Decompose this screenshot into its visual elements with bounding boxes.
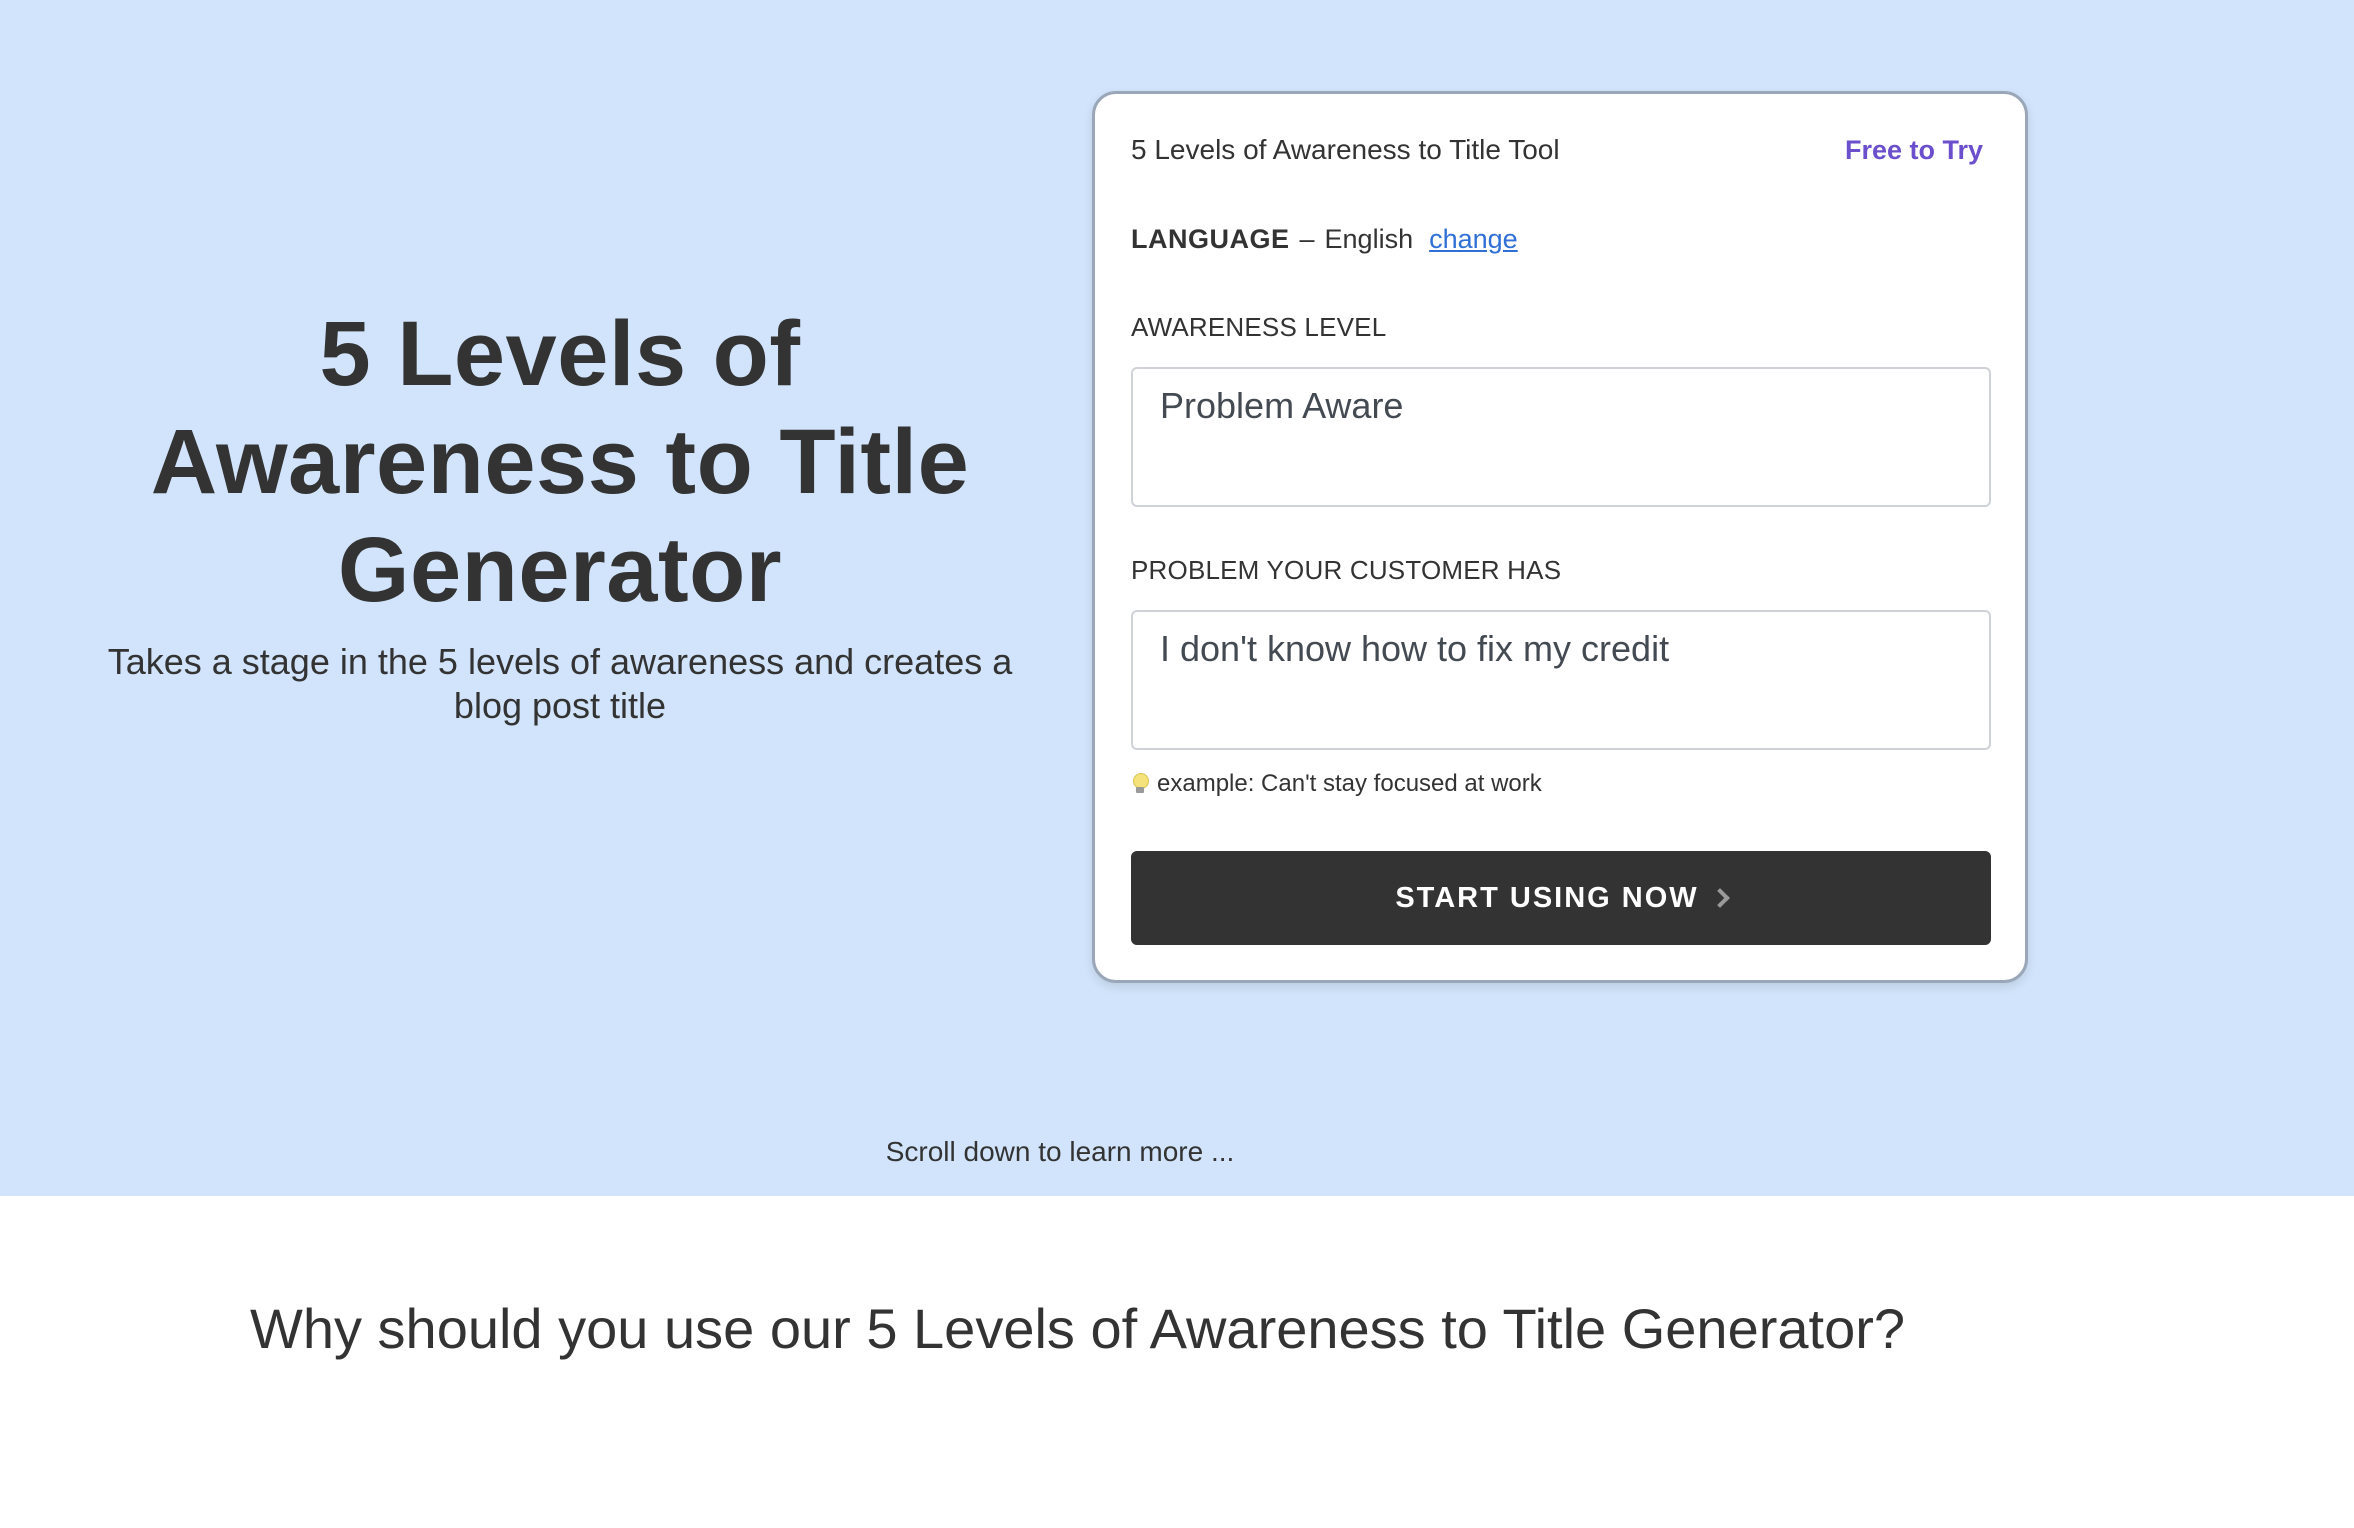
hero-section: 5 Levels of Awareness to Title Generator… (0, 0, 2354, 1196)
scroll-hint: Scroll down to learn more ... (885, 1136, 1235, 1167)
awareness-level-input[interactable]: Problem Aware (1131, 367, 1991, 507)
start-using-now-button[interactable]: START USING NOW (1131, 851, 1991, 945)
language-label: LANGUAGE (1131, 224, 1290, 254)
problem-input[interactable]: I don't know how to fix my credit (1131, 610, 1991, 750)
example-hint: example: Can't stay focused at work (1131, 770, 1542, 798)
page-subtitle: Takes a stage in the 5 levels of awarene… (107, 641, 1013, 726)
language-separator: – (1299, 224, 1315, 254)
language-value: English (1324, 224, 1414, 254)
tool-card: 5 Levels of Awareness to Title Tool Free… (1092, 91, 2028, 983)
example-hint-text: example: Can't stay focused at work (1157, 770, 1542, 797)
lightbulb-icon (1131, 772, 1149, 796)
tool-card-header: 5 Levels of Awareness to Title Tool Free… (1131, 130, 1983, 170)
tool-card-title: 5 Levels of Awareness to Title Tool (1131, 134, 1560, 165)
chevron-right-icon (1709, 888, 1730, 908)
section-heading: Why should you use our 5 Levels of Aware… (250, 1297, 1906, 1360)
problem-label: PROBLEM YOUR CUSTOMER HAS (1131, 555, 1562, 585)
hero-text: 5 Levels of Awareness to Title Generator… (90, 300, 1030, 728)
free-to-try-badge: Free to Try (1844, 134, 1983, 165)
page-title: 5 Levels of Awareness to Title Generator (150, 303, 970, 621)
language-row: LANGUAGE – English change (1131, 224, 1518, 255)
awareness-level-label: AWARENESS LEVEL (1131, 312, 1387, 342)
start-button-label: START USING NOW (1395, 881, 1699, 914)
change-language-link[interactable]: change (1429, 224, 1518, 255)
